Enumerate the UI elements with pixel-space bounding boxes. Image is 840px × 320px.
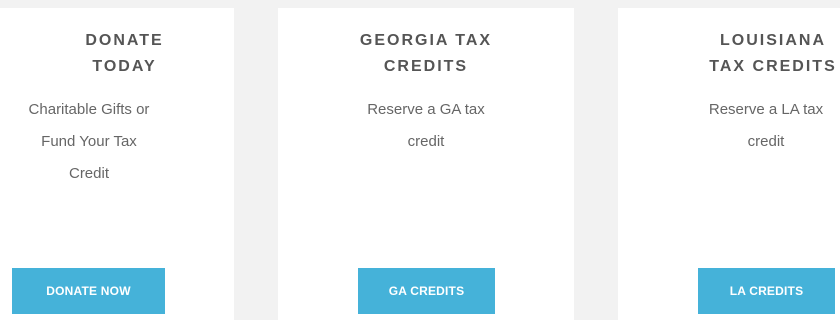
louisiana-card: LOUISIANA TAX CREDITS Reserve a LA tax c… <box>618 8 840 320</box>
georgia-card: GEORGIA TAX CREDITS Reserve a GA tax cre… <box>278 8 574 320</box>
donate-card-description: Charitable Gifts or Fund Your Tax Credit <box>28 101 150 182</box>
ga-credits-button[interactable]: GA CREDITS <box>358 268 495 314</box>
georgia-card-title: GEORGIA TAX CREDITS <box>359 32 493 75</box>
georgia-card-description: Reserve a GA tax credit <box>367 101 485 150</box>
louisiana-card-title: LOUISIANA TAX CREDITS <box>709 32 837 75</box>
louisiana-card-description: Reserve a LA tax credit <box>708 101 824 150</box>
donate-card-title: DONATE TODAY <box>85 32 164 75</box>
donate-now-button[interactable]: DONATE NOW <box>12 268 165 314</box>
la-credits-button[interactable]: LA CREDITS <box>698 268 835 314</box>
donate-card: DONATE TODAY Charitable Gifts or Fund Yo… <box>0 8 234 320</box>
